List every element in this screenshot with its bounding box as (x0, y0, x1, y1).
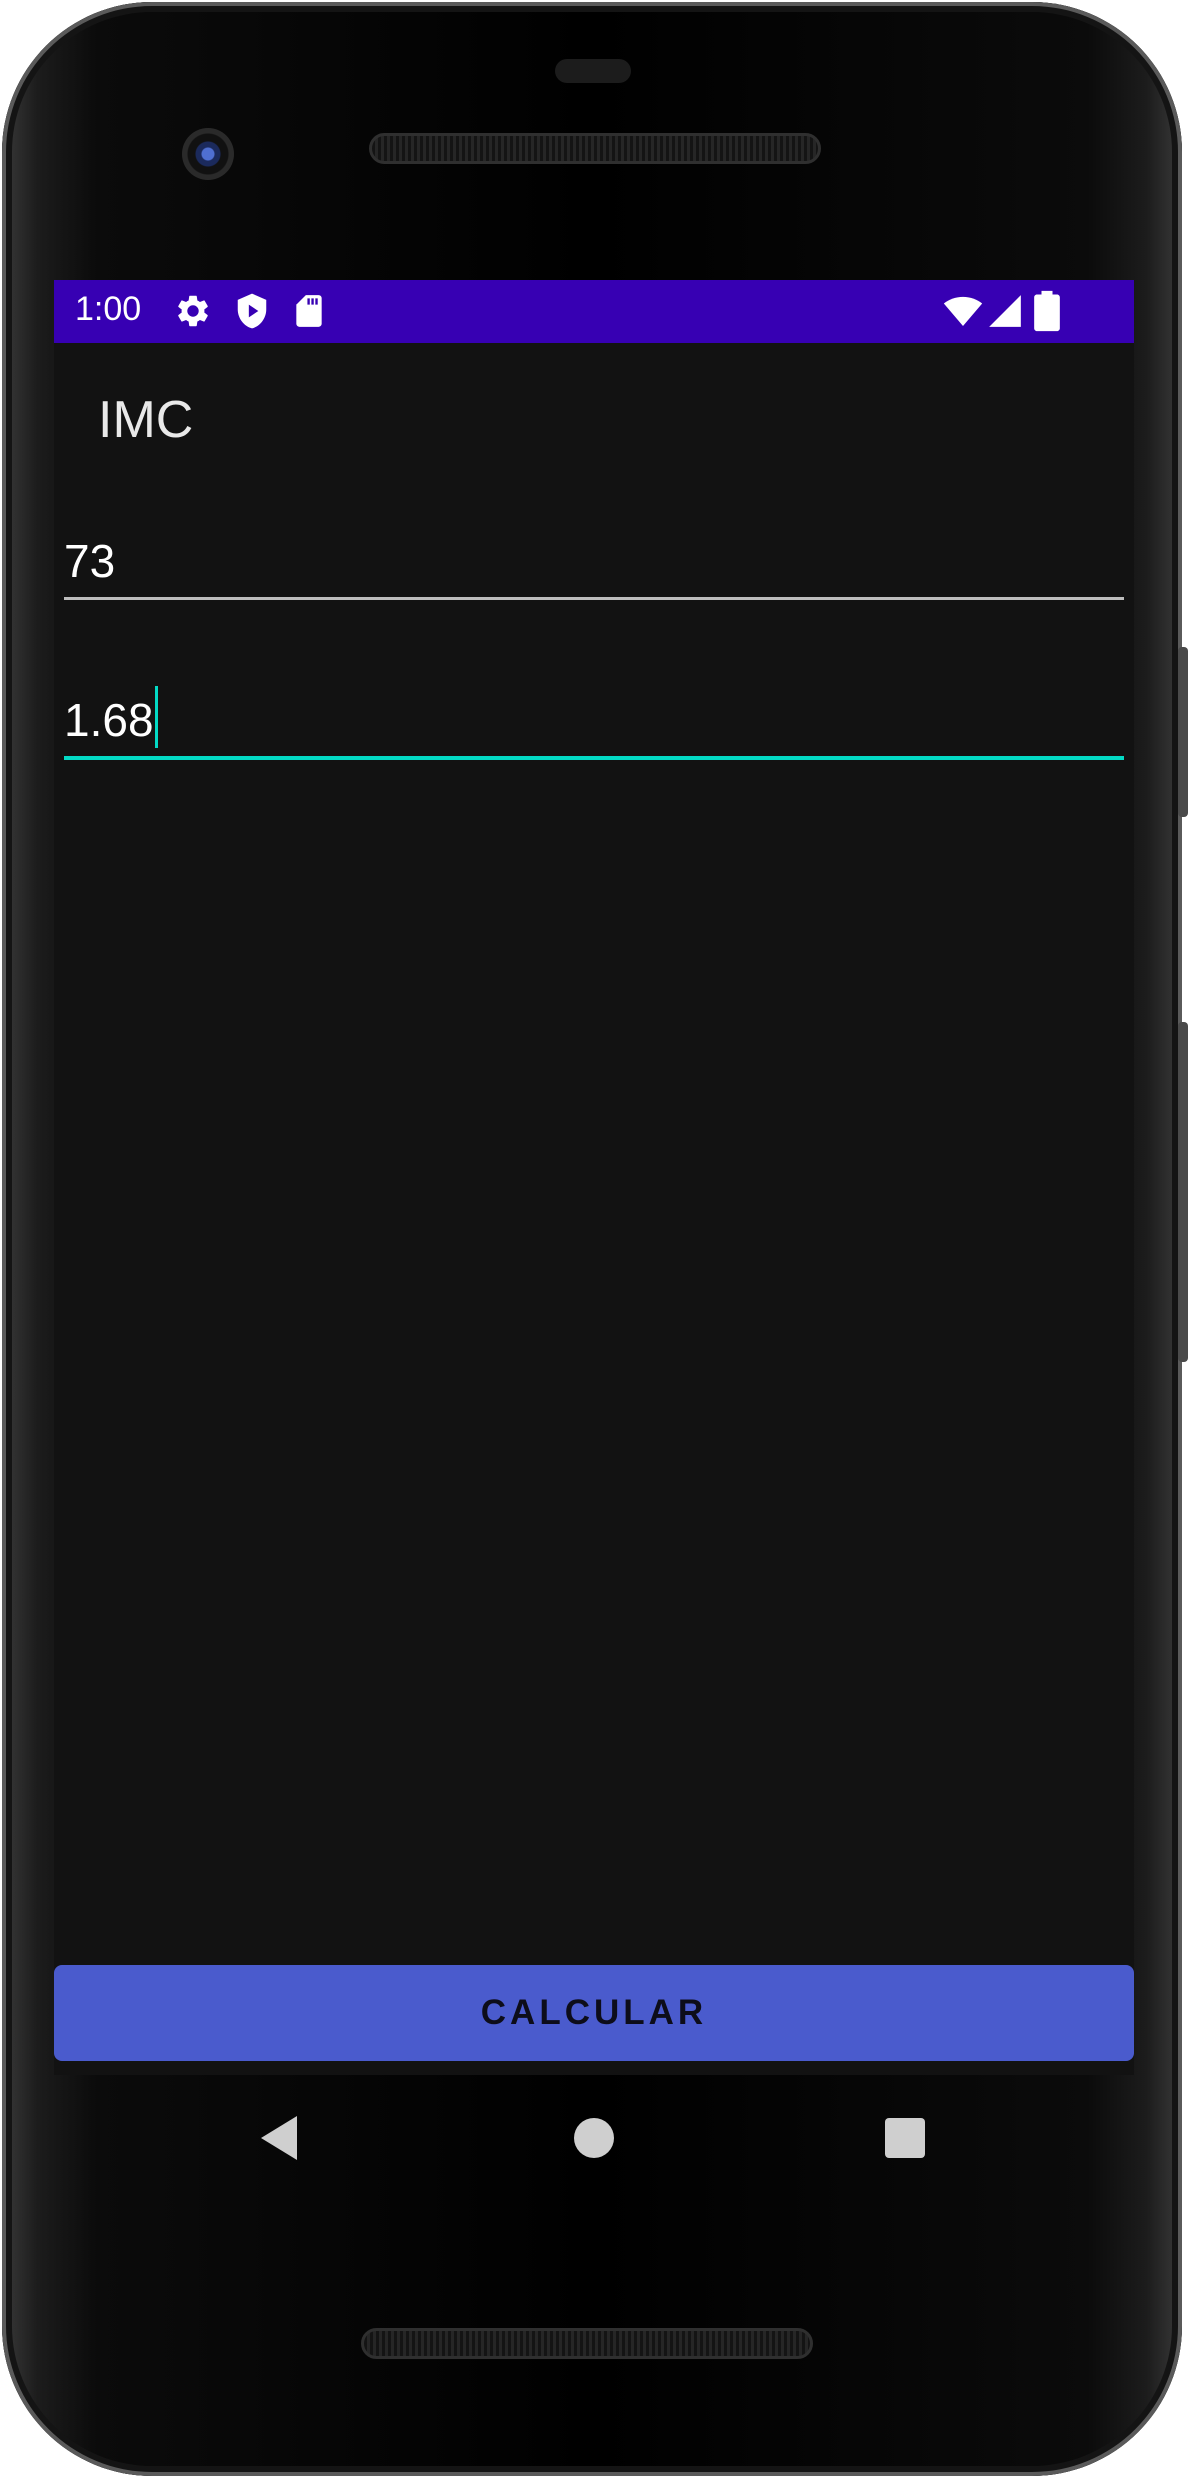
top-speaker-grille (369, 133, 821, 164)
battery-icon (1034, 290, 1060, 332)
front-camera-icon (182, 128, 234, 180)
calculate-button-label: CALCULAR (480, 1993, 708, 2032)
phone-frame: 1:00 IMC 73 1.68 CALCULAR (2, 2, 1188, 2476)
sd-card-icon (296, 295, 322, 327)
weight-value[interactable]: 73 (64, 534, 115, 588)
weight-input[interactable]: 73 (64, 520, 1124, 600)
bottom-speaker-grille (361, 2328, 813, 2359)
back-icon (261, 2116, 297, 2160)
height-underline-focused (64, 756, 1124, 760)
gear-icon (178, 295, 208, 327)
status-bar: 1:00 (54, 280, 1134, 343)
volume-button (1178, 1022, 1188, 1362)
navigation-bar (54, 2075, 1134, 2201)
recents-icon (885, 2118, 925, 2158)
home-button[interactable] (534, 2075, 654, 2201)
height-value-wrap[interactable]: 1.68 (64, 686, 158, 748)
app-screen: 1:00 IMC 73 1.68 CALCULAR (54, 280, 1134, 2075)
recents-button[interactable] (845, 2075, 965, 2201)
cell-signal-icon (989, 295, 1021, 327)
status-time: 1:00 (75, 290, 142, 328)
text-cursor (154, 686, 158, 748)
weight-underline (64, 597, 1124, 600)
app-title: IMC (98, 391, 194, 449)
power-button (1178, 647, 1188, 817)
calculate-button[interactable]: CALCULAR (54, 1965, 1134, 2061)
height-value[interactable]: 1.68 (64, 694, 154, 746)
height-input[interactable]: 1.68 (64, 680, 1124, 760)
back-button[interactable] (219, 2075, 339, 2201)
wifi-icon (943, 296, 983, 326)
shield-play-icon (237, 293, 267, 329)
earpiece-slot (555, 59, 631, 83)
home-icon (574, 2118, 614, 2158)
